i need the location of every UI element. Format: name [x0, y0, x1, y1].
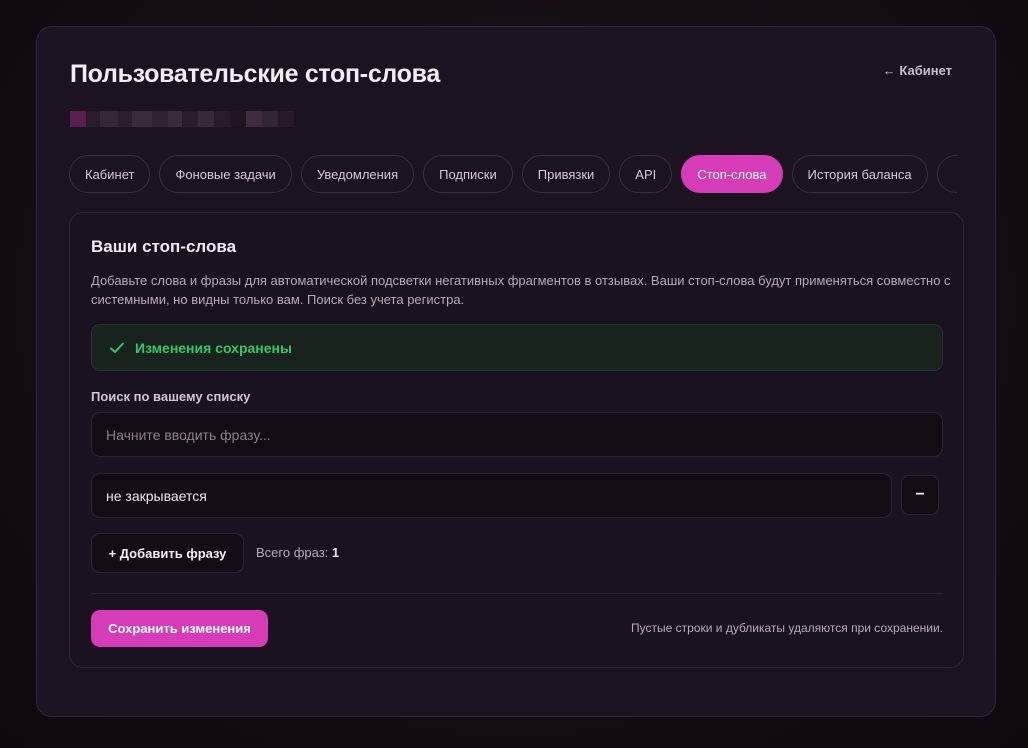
- tab-фоновые-задачи[interactable]: Фоновые задачи: [159, 155, 292, 193]
- page-title: Пользовательские стоп-слова: [70, 60, 441, 88]
- tab-привязки[interactable]: Привязки: [521, 155, 611, 193]
- phrase-total: Всего фраз: 1: [256, 545, 339, 560]
- redacted-user-info: [70, 111, 330, 127]
- total-label: Всего фраз:: [256, 545, 329, 560]
- tab-история-баланса[interactable]: История баланса: [791, 155, 928, 193]
- tab-стоп-слова[interactable]: Стоп-слова: [681, 155, 783, 193]
- search-label: Поиск по вашему списку: [91, 389, 251, 404]
- panel-title: Ваши стоп-слова: [91, 237, 237, 256]
- check-icon: [108, 339, 126, 357]
- remove-phrase-button[interactable]: −: [901, 475, 939, 515]
- add-phrase-button[interactable]: + Добавить фразу: [91, 533, 244, 573]
- back-to-cabinet-link[interactable]: ← Кабинет: [883, 63, 952, 78]
- phrase-input[interactable]: [91, 473, 892, 518]
- tab-подписки[interactable]: Подписки: [423, 155, 513, 193]
- panel-description: Добавьте слова и фразы для автоматическо…: [91, 273, 951, 307]
- alert-text: Изменения сохранены: [135, 339, 292, 356]
- save-footnote: Пустые строки и дубликаты удаляются при …: [631, 621, 943, 635]
- tab-api[interactable]: API: [619, 155, 673, 193]
- search-input[interactable]: [91, 412, 943, 457]
- tab-уведомления[interactable]: Уведомления: [300, 155, 415, 193]
- success-alert: Изменения сохранены: [91, 324, 943, 371]
- tab-more[interactable]: [936, 155, 957, 193]
- total-count: 1: [331, 545, 340, 560]
- save-changes-button[interactable]: Сохранить изменения: [91, 610, 268, 647]
- main-card: Пользовательские стоп-слова ← Кабинет Ка…: [36, 26, 996, 717]
- divider: [91, 593, 943, 594]
- stopwords-panel: Ваши стоп-слова Добавьте слова и фразы д…: [69, 212, 964, 668]
- tabs-nav: Кабинет Фоновые задачи Уведомления Подписки…: [69, 155, 957, 193]
- tab-кабинет[interactable]: Кабинет: [69, 155, 151, 193]
